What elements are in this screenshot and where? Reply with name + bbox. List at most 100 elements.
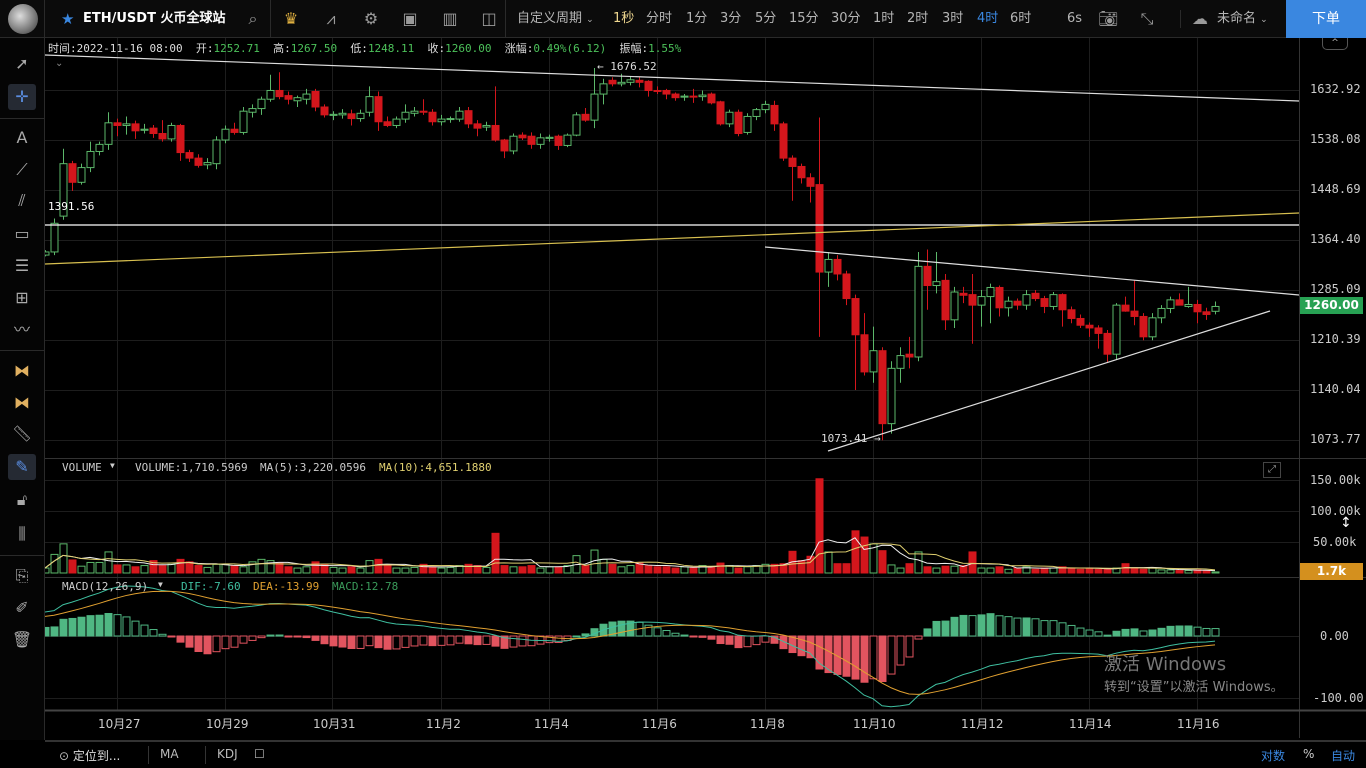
candle [347, 113, 356, 120]
volume-bar [374, 558, 383, 574]
macd-bar [410, 635, 419, 647]
volume-tick: 150.00k [1310, 473, 1361, 487]
macd-bar [725, 635, 734, 645]
volume-bar [95, 561, 104, 574]
candle [536, 137, 545, 145]
candle [1067, 309, 1076, 319]
period-tick[interactable]: 分时 [646, 0, 672, 38]
trash-icon[interactable]: 🗑︎ [8, 627, 36, 653]
period-5m[interactable]: 5分 [755, 0, 776, 38]
period-3h[interactable]: 3时 [942, 0, 963, 38]
period-1h[interactable]: 1时 [873, 0, 894, 38]
macd-bar [869, 635, 878, 680]
refresh-interval[interactable]: 6s [1067, 0, 1082, 38]
rectangle-icon[interactable]: ▭ [8, 221, 36, 247]
price-chart[interactable] [45, 38, 1366, 738]
candle [1184, 303, 1193, 307]
volume-bar [743, 566, 752, 574]
period-1s[interactable]: 1秒 [613, 0, 634, 38]
volume-bar [50, 553, 59, 574]
layout-icon[interactable]: ▥ [440, 9, 460, 29]
wave-pattern-icon[interactable]: 〰 [8, 317, 36, 343]
ma-indicator-button[interactable]: MA [160, 747, 179, 761]
locate-button[interactable]: ⊙ 定位到... [59, 747, 120, 764]
cloud-upload-icon[interactable]: ☁ [1190, 9, 1210, 29]
chevron-down-icon: ⌄ [1260, 15, 1268, 25]
drawn-trend-lines [45, 54, 1300, 452]
auto-scale-toggle[interactable]: 自动 [1331, 747, 1355, 764]
macd-bar [1004, 616, 1013, 637]
candle [941, 279, 950, 321]
volume-bar [59, 543, 68, 574]
candle [959, 292, 968, 296]
cursor-arrow-icon[interactable]: ➚ [8, 51, 36, 77]
maximize-pane-icon[interactable]: ⤢ [1263, 462, 1281, 478]
magnet-strong-icon[interactable]: ⧓ [8, 390, 36, 416]
collapse-panel-button[interactable]: ^ [1322, 38, 1348, 50]
percent-scale-toggle[interactable]: % [1303, 747, 1314, 761]
macd-bar [914, 635, 923, 640]
horizontal-lines-icon[interactable]: ☰ [8, 253, 36, 279]
macd-bar [950, 616, 959, 637]
candle [977, 296, 986, 306]
macd-bar [347, 635, 356, 650]
price-tick: 1140.04 [1310, 382, 1361, 396]
collapse-chevron-icon[interactable]: ⌄ [55, 58, 63, 69]
price-tick: 1285.09 [1310, 282, 1361, 296]
macd-bar [518, 635, 527, 647]
macd-bar [45, 626, 50, 637]
volume-bar [1157, 569, 1166, 574]
macd-bar [104, 613, 113, 637]
place-order-button[interactable]: 下单 [1286, 0, 1366, 38]
indicator-dropdown-icon[interactable]: ▼ [110, 461, 115, 470]
compress-icon[interactable]: ⤡ [1137, 9, 1157, 29]
candle [122, 123, 131, 126]
period-4h[interactable]: 4时 [977, 0, 998, 38]
symbol-title[interactable]: ETH/USDT 火币全球站 [83, 0, 225, 38]
custom-period-dropdown[interactable]: 自定义周期 ⌄ [517, 0, 594, 38]
volume-bar [122, 564, 131, 574]
macd-bar [464, 635, 473, 645]
volume-bar [329, 566, 338, 574]
search-icon[interactable]: ⌕ [243, 9, 263, 29]
indicator-icon[interactable]: ⩘ [321, 9, 341, 29]
macd-bar [680, 634, 689, 637]
candle [1139, 315, 1148, 338]
volume-bar [104, 551, 113, 574]
edit-list-icon[interactable]: ✐ [8, 595, 36, 621]
macd-bar [1103, 634, 1112, 637]
text-tool-icon[interactable]: A [8, 125, 36, 151]
edit-indicator-icon[interactable]: ☐ [254, 747, 265, 761]
magnet-icon[interactable]: ⧓ [8, 358, 36, 384]
trend-line-icon[interactable]: ⟋ [8, 157, 36, 183]
macd-bar [959, 614, 968, 637]
panel-layout-icon[interactable]: ◫ [479, 9, 499, 29]
log-scale-toggle[interactable]: 对数 [1261, 747, 1285, 764]
gear-icon[interactable]: ⚙ [361, 9, 381, 29]
layout-name-dropdown[interactable]: 未命名 ⌄ [1217, 0, 1268, 38]
bookmark-icon[interactable]: ⎘ [8, 563, 36, 589]
grid-tool-icon[interactable]: ⊞ [8, 285, 36, 311]
kdj-indicator-button[interactable]: KDJ [217, 747, 238, 761]
pen-icon[interactable]: ✎ [8, 454, 36, 480]
period-6h[interactable]: 6时 [1010, 0, 1031, 38]
period-30m[interactable]: 30分 [831, 0, 861, 38]
period-3m[interactable]: 3分 [720, 0, 741, 38]
indicator-dropdown-icon[interactable]: ▼ [158, 580, 163, 589]
ruler-icon[interactable]: 📏︎ [8, 421, 36, 447]
macd-indicator-name[interactable]: MACD(12,26,9) [62, 580, 148, 593]
parallel-lines-icon[interactable]: ⫽ [8, 188, 36, 214]
period-2h[interactable]: 2时 [907, 0, 928, 38]
favorite-star-icon[interactable]: ★ [61, 0, 74, 38]
candlestick-icon[interactable]: ⫼ [8, 521, 36, 547]
period-15m[interactable]: 15分 [789, 0, 819, 38]
crosshair-icon[interactable]: ✛ [8, 84, 36, 110]
crown-icon[interactable]: ♛ [281, 9, 301, 29]
period-1m[interactable]: 1分 [686, 0, 707, 38]
camera-icon[interactable]: 📷︎ [1098, 9, 1118, 29]
volume-indicator-name[interactable]: VOLUME [62, 461, 102, 474]
volume-bar [707, 566, 716, 574]
chart-window-icon[interactable]: ▣ [400, 9, 420, 29]
macd-bar [365, 635, 374, 647]
lock-icon[interactable]: 🔓︎ [8, 487, 36, 513]
